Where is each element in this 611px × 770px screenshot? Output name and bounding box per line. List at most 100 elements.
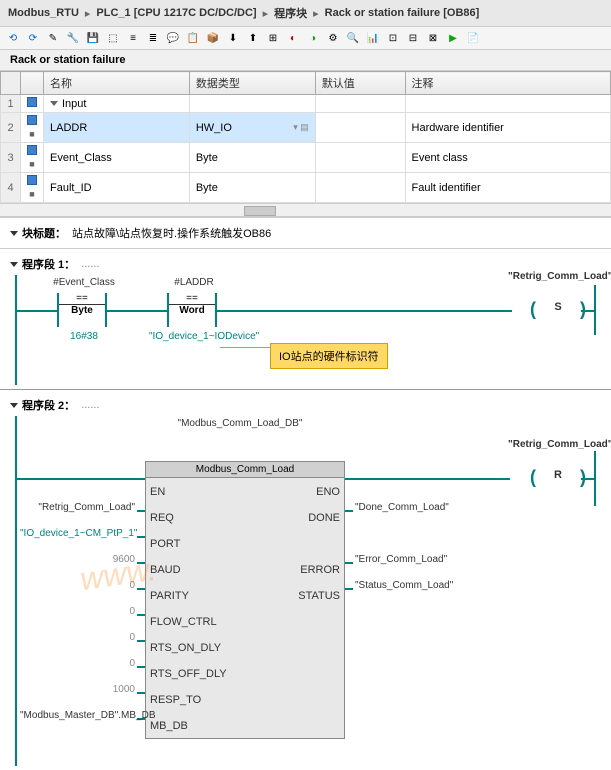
fb-pin-left: PARITY — [150, 583, 189, 607]
compare-block-2[interactable]: #LADDR == Word "IO_device_1~IODevice" — [167, 293, 217, 327]
pin-input-label[interactable]: 9600 — [20, 554, 135, 565]
table-row[interactable]: 4 ■Fault_IDByteFault identifier — [1, 173, 611, 203]
pin-connector — [137, 666, 145, 668]
function-block[interactable]: Modbus_Comm_Load ENENOREQDONEPORTBAUDERR… — [145, 461, 345, 739]
toolbar-icon[interactable]: 🔍 — [345, 30, 361, 46]
pin-output-label[interactable]: "Status_Comm_Load" — [355, 580, 475, 591]
toolbar-icon[interactable]: ⊠ — [425, 30, 441, 46]
var-datatype-cell[interactable]: Byte — [189, 143, 315, 173]
var-default-cell[interactable] — [315, 113, 405, 143]
dropdown-icon[interactable]: ▾ ▤ — [293, 122, 309, 133]
fb-pin-row: RTS_ON_DLY — [146, 634, 344, 660]
var-default-cell[interactable] — [315, 173, 405, 203]
toolbar-icon[interactable]: ▶ — [445, 30, 461, 46]
fb-pin-row: RESP_TO — [146, 686, 344, 712]
var-datatype-cell[interactable] — [189, 95, 315, 113]
left-rail — [15, 416, 17, 766]
fb-pin-left: RESP_TO — [150, 687, 201, 711]
table-row[interactable]: 1Input — [1, 95, 611, 113]
pin-input-label[interactable]: 1000 — [20, 684, 135, 695]
var-default-cell[interactable] — [315, 95, 405, 113]
fb-pin-row: RTS_OFF_DLY — [146, 660, 344, 686]
pin-output-label[interactable]: "Error_Comm_Load" — [355, 554, 475, 565]
var-name-cell[interactable]: Input — [44, 95, 190, 113]
table-row[interactable]: 3 ■Event_ClassByteEvent class — [1, 143, 611, 173]
toolbar-icon[interactable]: ⬚ — [105, 30, 121, 46]
collapse-icon[interactable] — [10, 262, 18, 267]
toolbar-icon[interactable]: ⊞ — [265, 30, 281, 46]
network-2-title: 程序段 2： — [22, 397, 75, 413]
var-name-cell[interactable]: Fault_ID — [44, 173, 190, 203]
breadcrumb[interactable]: Modbus_RTU ▸ PLC_1 [CPU 1217C DC/DC/DC] … — [0, 0, 611, 27]
ladder-diagram-2[interactable]: e.com www. "Modbus_Comm_Load_DB" Modbus_… — [10, 416, 601, 766]
toolbar-icon[interactable]: ⟳ — [25, 30, 41, 46]
toolbar-icon[interactable]: ◐ — [285, 30, 301, 46]
pin-input-label[interactable]: 0 — [20, 606, 135, 617]
horizontal-scrollbar[interactable] — [0, 203, 611, 217]
network-2: 程序段 2： ...... e.com www. "Modbus_Comm_Lo… — [0, 389, 611, 770]
toolbar-icon[interactable]: ⊡ — [385, 30, 401, 46]
table-row[interactable]: 2 ■LADDRHW_IO▾ ▤Hardware identifier — [1, 113, 611, 143]
toolbar-icon[interactable]: 📄 — [465, 30, 481, 46]
set-coil[interactable]: "Retrig_Comm_Load" S — [533, 301, 583, 321]
toolbar-icon[interactable]: 💬 — [165, 30, 181, 46]
toolbar-icon[interactable]: 📦 — [205, 30, 221, 46]
var-name-cell[interactable]: LADDR — [44, 113, 190, 143]
breadcrumb-seg4[interactable]: Rack or station failure [OB86] — [325, 7, 480, 19]
left-rail — [15, 275, 17, 385]
pin-input-label[interactable]: 0 — [20, 658, 135, 669]
table-header-name[interactable]: 名称 — [44, 72, 190, 95]
collapse-icon[interactable] — [10, 231, 18, 236]
pin-input-label[interactable]: 0 — [20, 632, 135, 643]
var-comment-cell[interactable]: Event class — [405, 143, 610, 173]
right-rail — [594, 451, 596, 506]
toolbar-icon[interactable]: 📊 — [365, 30, 381, 46]
toolbar-icon[interactable]: ⬆ — [245, 30, 261, 46]
network-1-title: 程序段 1： — [22, 256, 75, 272]
fb-pin-right: ERROR — [300, 557, 340, 581]
var-comment-cell[interactable] — [405, 95, 610, 113]
pin-input-label[interactable]: "Modbus_Master_DB".MB_DB — [20, 710, 135, 721]
toolbar-icon[interactable]: ✎ — [45, 30, 61, 46]
toolbar-icon[interactable]: ⊟ — [405, 30, 421, 46]
pin-input-label[interactable]: "IO_device_1~CM_PtP_1" — [20, 528, 135, 539]
toolbar-icon[interactable]: ⬇ — [225, 30, 241, 46]
var-default-cell[interactable] — [315, 143, 405, 173]
breadcrumb-seg3[interactable]: 程序块 — [274, 5, 307, 21]
fb-pin-left: BAUD — [150, 557, 181, 581]
breadcrumb-seg2[interactable]: PLC_1 [CPU 1217C DC/DC/DC] — [96, 7, 256, 19]
table-header-datatype[interactable]: 数据类型 — [189, 72, 315, 95]
fb-pin-row: PARITYSTATUS — [146, 582, 344, 608]
toolbar-icon[interactable]: ≣ — [145, 30, 161, 46]
variable-icon — [27, 97, 37, 107]
toolbar-icon[interactable]: 🔧 — [65, 30, 81, 46]
toolbar-icon[interactable]: ≡ — [125, 30, 141, 46]
expand-icon[interactable] — [50, 101, 58, 106]
toolbar: ⟲ ⟳ ✎ 🔧 💾 ⬚ ≡ ≣ 💬 📋 📦 ⬇ ⬆ ⊞ ◐ ◑ ⚙ 🔍 📊 ⊡ … — [0, 27, 611, 50]
ladder-diagram-1[interactable]: #Event_Class == Byte 16#38 #LADDR == Wor… — [10, 275, 601, 385]
pin-output-label[interactable]: "Done_Comm_Load" — [355, 502, 475, 513]
fb-pin-left: FLOW_CTRL — [150, 609, 217, 633]
var-datatype-cell[interactable]: HW_IO▾ ▤ — [189, 113, 315, 143]
table-header-comment[interactable]: 注释 — [405, 72, 610, 95]
var-comment-cell[interactable]: Fault identifier — [405, 173, 610, 203]
toolbar-icon[interactable]: 💾 — [85, 30, 101, 46]
toolbar-icon[interactable]: ⟲ — [5, 30, 21, 46]
fb-pin-left: MB_DB — [150, 713, 188, 737]
toolbar-icon[interactable]: ⚙ — [325, 30, 341, 46]
reset-coil[interactable]: "Retrig_Comm_Load" R — [533, 469, 583, 489]
pin-input-label[interactable]: "Retrig_Comm_Load" — [20, 502, 135, 513]
fb-pin-left: EN — [150, 479, 165, 503]
var-datatype-cell[interactable]: Byte — [189, 173, 315, 203]
callout-connector — [220, 347, 270, 348]
pin-input-label[interactable]: 0 — [20, 580, 135, 591]
var-name-cell[interactable]: Event_Class — [44, 143, 190, 173]
compare-block-1[interactable]: #Event_Class == Byte 16#38 — [57, 293, 107, 327]
table-header-default[interactable]: 默认值 — [315, 72, 405, 95]
breadcrumb-seg1[interactable]: Modbus_RTU — [8, 7, 79, 19]
fb-title: Modbus_Comm_Load — [146, 462, 344, 478]
var-comment-cell[interactable]: Hardware identifier — [405, 113, 610, 143]
collapse-icon[interactable] — [10, 403, 18, 408]
toolbar-icon[interactable]: ◑ — [305, 30, 321, 46]
toolbar-icon[interactable]: 📋 — [185, 30, 201, 46]
